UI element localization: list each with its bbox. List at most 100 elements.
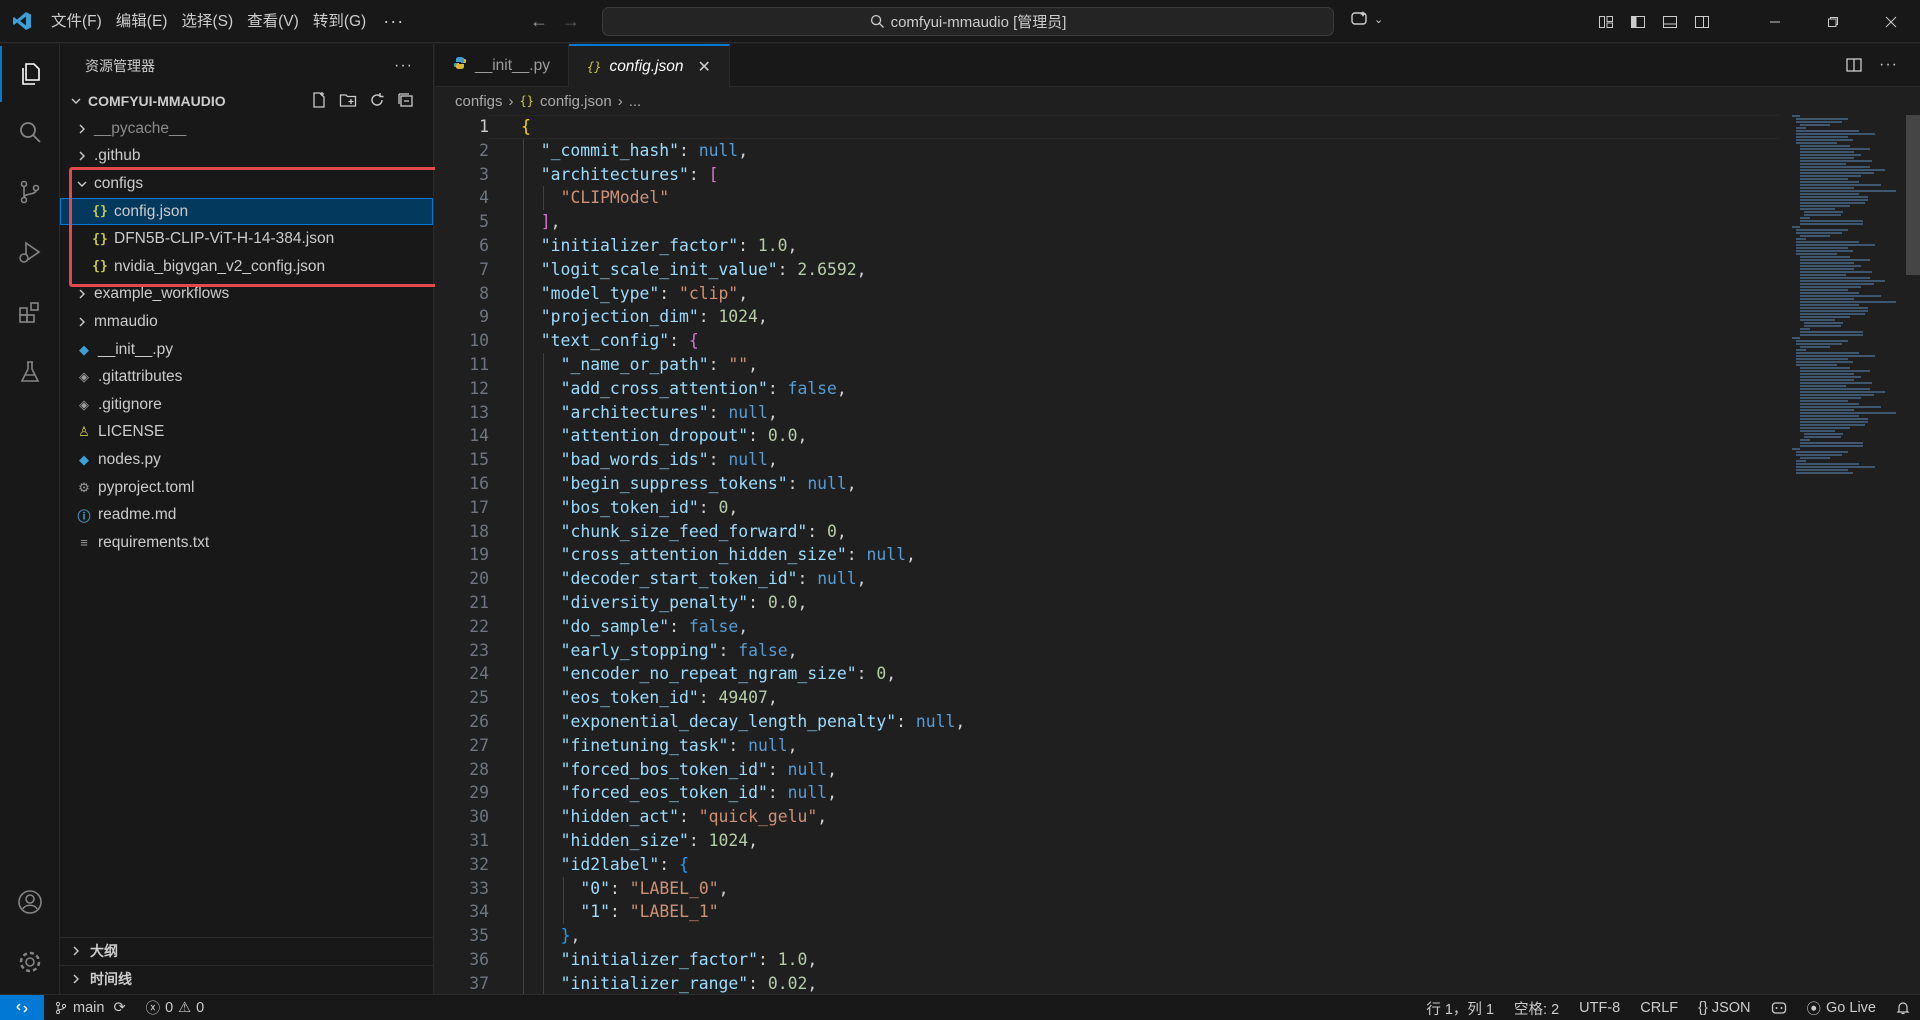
remote-indicator-icon[interactable]	[0, 994, 44, 1020]
tab-config-json[interactable]: {} config.json ✕	[568, 44, 730, 88]
file-item[interactable]: {} nvidia_bigvgan_v2_config.json	[60, 253, 433, 281]
indent-guide	[542, 662, 544, 687]
explorer-icon[interactable]	[0, 46, 60, 102]
more-actions-button[interactable]: ···	[1879, 56, 1898, 78]
collapse-all-icon[interactable]	[397, 91, 415, 112]
timeline-section[interactable]: 时间线	[60, 965, 434, 992]
minimap-line	[1800, 403, 1859, 405]
code-token: :	[669, 616, 689, 636]
problems-indicator[interactable]: ⓧ 0 ⚠ 0	[136, 997, 215, 1018]
cursor-position[interactable]: 行 1，列 1	[1416, 998, 1504, 1019]
new-file-icon[interactable]	[310, 91, 328, 112]
tree-item-label: .github	[94, 147, 141, 165]
file-item[interactable]: ◈ .gitignore	[60, 391, 433, 419]
code-token: ,	[738, 283, 749, 303]
encoding[interactable]: UTF-8	[1569, 1000, 1630, 1016]
code-token: :	[767, 378, 788, 398]
minimap-line	[1800, 367, 1850, 369]
branch-indicator[interactable]: main ⟳	[44, 1000, 136, 1016]
breadcrumb-symbol[interactable]: ...	[629, 93, 642, 110]
breadcrumb-file[interactable]: config.json	[540, 93, 612, 110]
file-item[interactable]: {} config.json	[60, 197, 433, 226]
new-folder-icon[interactable]	[339, 91, 357, 112]
editor-scrollbar[interactable]	[1906, 115, 1920, 275]
sync-icon[interactable]: ⟳	[113, 1000, 125, 1016]
forward-arrow-icon[interactable]: →	[562, 11, 580, 32]
restore-window-icon[interactable]	[1804, 0, 1862, 43]
menu-selection[interactable]: 选择(S)	[174, 0, 240, 43]
indent-guide	[542, 424, 544, 449]
customize-layout-icon[interactable]	[1590, 0, 1622, 43]
code-token: 1024	[708, 830, 749, 850]
notifications-bell-icon[interactable]	[1886, 1001, 1920, 1015]
folder-item[interactable]: configs	[60, 170, 433, 198]
end-of-line[interactable]: CRLF	[1630, 1000, 1688, 1016]
folder-item[interactable]: .github	[60, 143, 433, 171]
minimize-window-icon[interactable]	[1746, 0, 1804, 43]
folder-item[interactable]: example_workflows	[60, 281, 433, 309]
code-token: "projection_dim"	[540, 307, 699, 327]
tab-init-py[interactable]: __init__.py	[435, 44, 569, 87]
folder-item[interactable]: __pycache__	[60, 115, 433, 143]
code-editor[interactable]: 1{2 "_commit_hash": null, 3 "architectures"…	[435, 115, 1785, 996]
minimap-line	[1796, 136, 1849, 138]
file-item[interactable]: {} DFN5B-CLIP-ViT-H-14-384.json	[60, 225, 433, 253]
code-text: "add_cross_attention": false,	[489, 376, 847, 401]
outline-section[interactable]: 大纲	[60, 937, 434, 964]
indentation[interactable]: 空格: 2	[1504, 998, 1569, 1019]
file-item[interactable]: ⚙ pyproject.toml	[60, 474, 433, 502]
indent-guide	[523, 519, 524, 544]
code-text: "early_stopping": false,	[489, 638, 797, 663]
file-item[interactable]: ⓘ readme.md	[60, 501, 433, 529]
folder-item[interactable]: mmaudio	[60, 308, 433, 336]
extensions-icon[interactable]	[0, 284, 60, 340]
accounts-icon[interactable]	[0, 874, 60, 930]
code-line: 29 "forced_eos_token_id": null,	[435, 781, 1785, 806]
file-item[interactable]: ◆ nodes.py	[60, 446, 433, 474]
minimap-line	[1800, 235, 1831, 237]
minimap[interactable]	[1792, 115, 1902, 475]
code-line: 33 "0": "LABEL_0",	[435, 876, 1785, 901]
menu-edit[interactable]: 编辑(E)	[109, 0, 175, 43]
menu-view[interactable]: 查看(V)	[240, 0, 306, 43]
search-icon[interactable]	[0, 104, 60, 160]
menu-go[interactable]: 转到(G)	[306, 0, 373, 43]
menu-more-button[interactable]: ···	[373, 11, 414, 32]
indent-guide	[523, 709, 524, 734]
close-window-icon[interactable]	[1862, 0, 1920, 43]
file-item[interactable]: ♙ LICENSE	[60, 419, 433, 447]
language-mode[interactable]: {} JSON	[1688, 1000, 1760, 1016]
copilot-status-icon[interactable]	[1761, 1001, 1797, 1015]
project-root[interactable]: COMFYUI-MMAUDIO	[60, 87, 433, 115]
code-line: 27 "finetuning_task": null,	[435, 733, 1785, 758]
indent-guide	[542, 495, 544, 520]
file-item[interactable]: ≡ requirements.txt	[60, 529, 433, 557]
code-token: :	[856, 664, 877, 684]
back-arrow-icon[interactable]: ←	[530, 11, 548, 32]
breadcrumb-folder[interactable]: configs	[455, 93, 503, 110]
line-number: 25	[469, 688, 489, 708]
minimap-line	[1804, 211, 1843, 213]
toggle-secondary-sidebar-icon[interactable]	[1686, 0, 1718, 43]
copilot-button[interactable]: ⌄	[1350, 10, 1383, 28]
indent-guide	[523, 305, 524, 330]
file-item[interactable]: ◈ .gitattributes	[60, 363, 433, 391]
testing-flask-icon[interactable]	[0, 344, 60, 400]
run-debug-icon[interactable]	[0, 224, 60, 280]
code-line: 24 "encoder_no_repeat_ngram_size": 0,	[435, 662, 1785, 687]
file-item[interactable]: ◆ __init__.py	[60, 336, 433, 364]
refresh-icon[interactable]	[368, 91, 386, 112]
settings-gear-icon[interactable]	[0, 934, 60, 990]
go-live-button[interactable]: ⦿ Go Live	[1797, 998, 1886, 1019]
source-control-icon[interactable]	[0, 164, 60, 220]
indent-guide	[523, 471, 524, 496]
command-center-search[interactable]: comfyui-mmaudio [管理员]	[602, 7, 1334, 36]
toggle-primary-sidebar-icon[interactable]	[1622, 0, 1654, 43]
menu-file[interactable]: 文件(F)	[44, 0, 109, 43]
explorer-more-button[interactable]: ···	[394, 57, 413, 75]
minimap-line	[1800, 196, 1868, 198]
close-tab-icon[interactable]: ✕	[698, 57, 711, 77]
split-editor-icon[interactable]	[1845, 56, 1863, 78]
toggle-panel-icon[interactable]	[1654, 0, 1686, 43]
minimap-line	[1796, 463, 1860, 465]
